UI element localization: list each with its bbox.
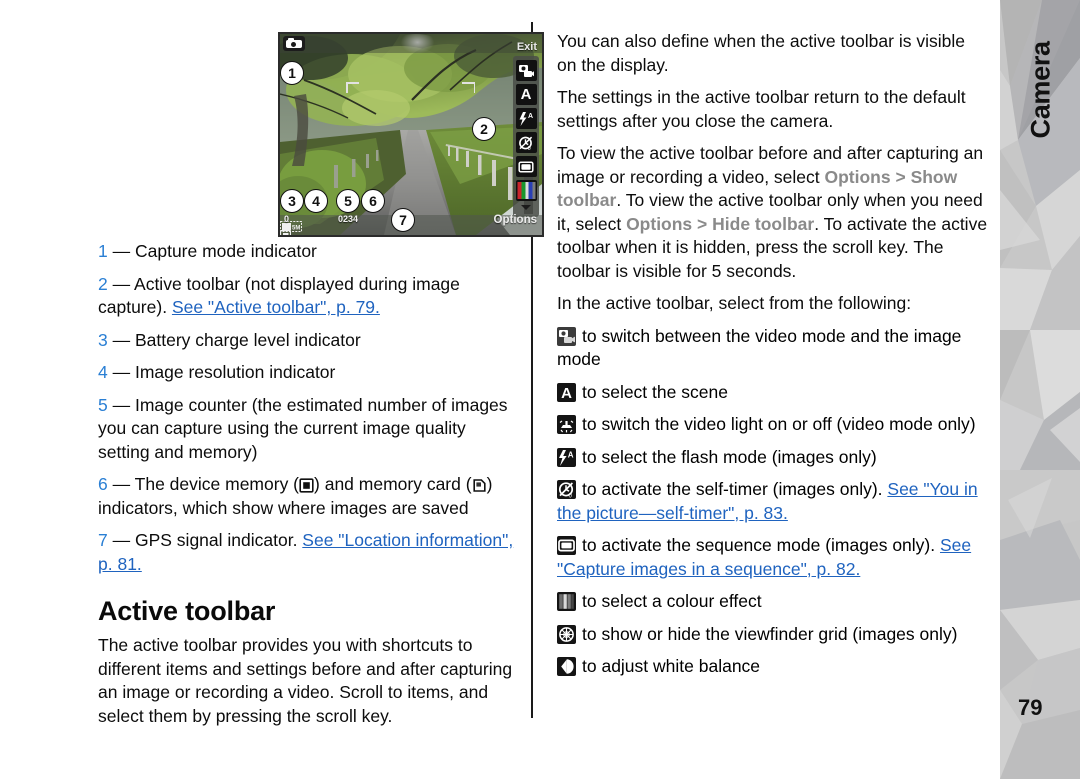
- legend-text-6b: ) and memory card (: [314, 474, 472, 494]
- scene-mode-icon: A: [557, 382, 576, 402]
- sidebar-section-title: Camera: [1025, 41, 1056, 139]
- legend-text-4: Image resolution indicator: [134, 362, 336, 382]
- svg-text:0: 0: [528, 146, 531, 151]
- page-title: Active toolbar: [98, 596, 276, 626]
- toolbar-item-text-9: to adjust white balance: [582, 656, 761, 676]
- camera-viewfinder-figure: Exit A A 0 0 5M 0234 Options 1 2 3 4 5 6…: [179, 4, 544, 238]
- toolbar-item-text-3: to switch the video light on or off (vid…: [582, 414, 976, 434]
- toolbar-item-white-balance: to adjust white balance: [557, 655, 989, 679]
- legend-item-7: 7 — GPS signal indicator. See "Location …: [98, 529, 518, 576]
- self-timer-icon: 0: [557, 480, 576, 500]
- legend-text-3: Battery charge level indicator: [134, 329, 361, 350]
- active-toolbar[interactable]: A A 0: [513, 56, 539, 217]
- legend-dash-6: —: [112, 474, 131, 494]
- legend-item-4: 4 — Image resolution indicator: [98, 361, 518, 385]
- toolbar-item-colour-effect: to select a colour effect: [557, 590, 989, 614]
- white-balance-icon: [557, 657, 576, 676]
- toolbar-item-text-5: to activate the self-timer (images only)…: [582, 479, 888, 499]
- paragraph-show-hide-toolbar: To view the active toolbar before and af…: [557, 142, 989, 283]
- legend-dash-5: —: [112, 394, 131, 415]
- legend-link-2[interactable]: See "Active toolbar", p. 79.: [172, 297, 380, 317]
- toolbar-item-text-7: to select a colour effect: [582, 591, 762, 611]
- legend-item-3: 3 — Battery charge level indicator: [98, 329, 518, 353]
- ui-gt-1: >: [890, 166, 911, 187]
- legend-text-1: Capture mode indicator: [134, 241, 317, 261]
- viewfinder-top-bar: Exit: [280, 34, 542, 53]
- capture-mode-indicator-icon: [283, 36, 305, 51]
- toolbar-item-scene: A to select the scene: [557, 381, 989, 405]
- paragraph-default-settings: The settings in the active toolbar retur…: [557, 87, 966, 131]
- toolbar-item-self-timer: 0 to activate the self-timer (images onl…: [557, 478, 989, 525]
- legend-text-5: Image counter (the estimated number of i…: [98, 394, 508, 462]
- legend-dash-2: —: [112, 273, 131, 294]
- focus-bracket-left: [346, 82, 359, 93]
- sequence-mode-icon: [557, 536, 576, 555]
- legend-number-5: 5: [98, 394, 108, 415]
- legend-number-4: 4: [98, 362, 108, 382]
- ui-term-options-1: Options: [824, 166, 891, 187]
- toolbar-item-text-6: to activate the sequence mode (images on…: [582, 535, 940, 555]
- flash-mode-icon[interactable]: A: [515, 108, 537, 129]
- legend-text-6a: The device memory (: [134, 474, 300, 494]
- toolbar-item-sequence: to activate the sequence mode (images on…: [557, 534, 989, 581]
- callout-5: 5: [336, 189, 360, 213]
- legend-dash-7: —: [112, 530, 131, 550]
- toolbar-item-flash: A to select the flash mode (images only): [557, 446, 989, 470]
- legend-dash-3: —: [112, 329, 131, 350]
- section-sidebar: Camera 79: [1000, 0, 1080, 779]
- toolbar-item-viewfinder-grid: to show or hide the viewfinder grid (ima…: [557, 623, 989, 647]
- legend-dash-4: —: [112, 362, 131, 382]
- toolbar-item-text-8: to show or hide the viewfinder grid (ima…: [582, 623, 958, 644]
- active-toolbar-description: The active toolbar provides you with sho…: [98, 635, 513, 726]
- callout-3: 3: [280, 189, 304, 213]
- legend-list: 1 — Capture mode indicator 2 — Active to…: [98, 240, 518, 737]
- svg-text:A: A: [528, 113, 533, 120]
- options-softkey[interactable]: Options: [494, 209, 537, 232]
- svg-text:5M: 5M: [292, 225, 300, 231]
- paragraph-lead-in: In the active toolbar, select from the f…: [557, 293, 912, 313]
- flash-mode-icon: A: [557, 447, 576, 467]
- self-timer-icon[interactable]: 0: [515, 132, 537, 153]
- callout-1: 1: [280, 61, 304, 85]
- device-memory-icon: [299, 476, 314, 493]
- legend-dash-1: —: [112, 241, 131, 261]
- callout-6: 6: [361, 189, 385, 213]
- legend-item-2: 2 — Active toolbar (not displayed during…: [98, 273, 518, 320]
- legend-number-1: 1: [98, 241, 108, 261]
- colour-effect-icon: [557, 592, 576, 611]
- viewfinder-grid-icon: [557, 624, 576, 644]
- colour-effect-icon[interactable]: [515, 180, 537, 201]
- legend-number-2: 2: [98, 273, 108, 294]
- legend-item-1: 1 — Capture mode indicator: [98, 240, 518, 264]
- toolbar-item-video-image-mode: to switch between the video mode and the…: [557, 325, 989, 372]
- svg-text:A: A: [561, 385, 572, 402]
- scene-mode-icon[interactable]: A: [515, 84, 537, 105]
- paragraph-visible-toolbar: You can also define when the active tool…: [557, 31, 965, 75]
- ui-gt-2: >: [692, 213, 713, 234]
- ui-term-hide-toolbar: Hide toolbar: [712, 213, 815, 234]
- callout-7: 7: [391, 208, 415, 232]
- video-image-mode-toggle-icon: [557, 326, 576, 346]
- svg-text:A: A: [568, 450, 574, 459]
- page-number: 79: [1018, 695, 1043, 720]
- memory-card-icon: [472, 476, 487, 492]
- toolbar-item-text-4: to select the flash mode (images only): [582, 446, 877, 467]
- ui-term-options-2: Options: [626, 213, 693, 234]
- focus-bracket-right: [462, 82, 475, 93]
- callout-4: 4: [304, 189, 328, 213]
- sequence-mode-icon[interactable]: [515, 156, 537, 177]
- video-image-mode-toggle-icon[interactable]: [515, 60, 537, 81]
- legend-item-5: 5 — Image counter (the estimated number …: [98, 394, 518, 465]
- legend-text-7: GPS signal indicator.: [134, 530, 303, 550]
- manual-page: Camera 79 Exit A A 0 0 5M 0234 Options 1…: [0, 0, 1080, 779]
- legend-number-6: 6: [98, 474, 108, 494]
- legend-number-7: 7: [98, 530, 108, 550]
- toolbar-item-video-light: to switch the video light on or off (vid…: [557, 413, 989, 437]
- video-light-icon: [557, 415, 576, 434]
- toolbar-item-text-2: to select the scene: [582, 381, 728, 402]
- legend-item-6: 6 — The device memory ( ) and memory card…: [98, 473, 518, 520]
- legend-number-3: 3: [98, 329, 108, 350]
- callout-2: 2: [472, 117, 496, 141]
- toolbar-item-text-1: to switch between the video mode and the…: [557, 325, 962, 370]
